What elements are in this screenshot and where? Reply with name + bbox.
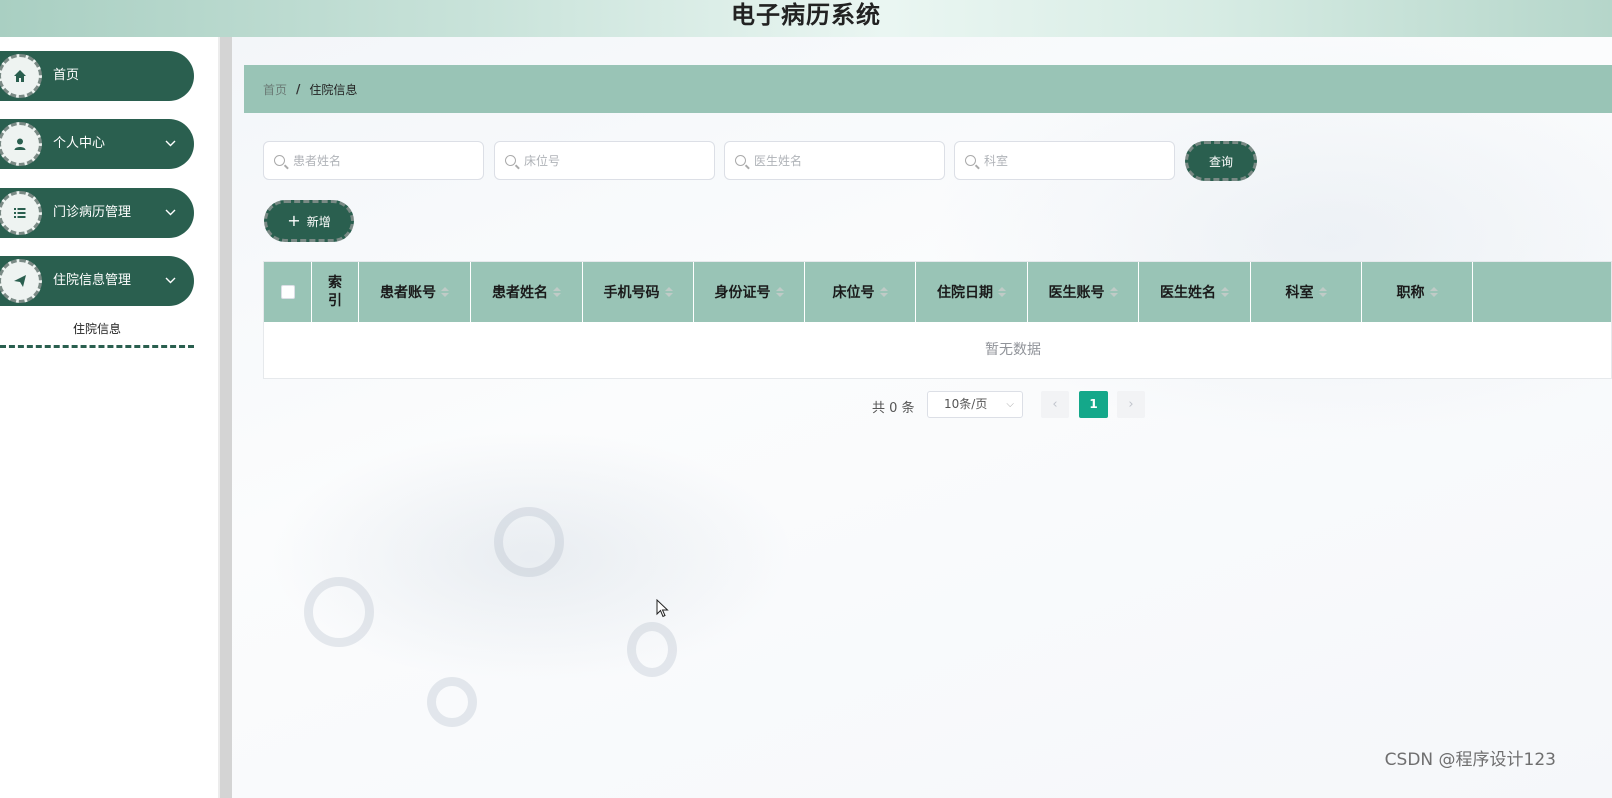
page-size-select[interactable]: 10条/页 ⌵: [927, 391, 1023, 418]
chevron-down-icon: ⌵: [1006, 399, 1014, 410]
query-button[interactable]: 查询: [1185, 141, 1257, 181]
patient-name-search[interactable]: [263, 141, 484, 180]
search-icon: [735, 155, 746, 166]
sort-icon: [441, 287, 449, 297]
sidebar-item-inpatient[interactable]: 住院信息管理: [0, 256, 194, 306]
breadcrumb-separator: /: [296, 82, 301, 96]
column-header-label: 医生姓名: [1160, 285, 1216, 301]
column-header-label: 患者账号: [380, 285, 436, 301]
sort-icon: [1221, 287, 1229, 297]
breadcrumb-current: 住院信息: [309, 82, 358, 97]
sort-icon: [775, 287, 784, 297]
sidebar-item-label: 住院信息管理: [53, 273, 132, 288]
search-icon: [965, 155, 976, 166]
column-header-admission-date[interactable]: 住院日期: [916, 262, 1028, 322]
column-header-department[interactable]: 科室: [1251, 262, 1362, 322]
breadcrumb-home[interactable]: 首页: [263, 81, 287, 98]
sidebar-item-label: 首页: [53, 68, 80, 83]
user-icon: [0, 122, 42, 166]
chevron-down-icon: [165, 256, 176, 306]
select-all-checkbox[interactable]: [280, 285, 295, 299]
select-all-cell: [264, 262, 312, 322]
background-decoration: [304, 577, 374, 647]
column-header-label: 医生账号: [1048, 285, 1105, 301]
department-search[interactable]: [954, 141, 1175, 180]
column-header-label: 身份证号: [714, 285, 771, 301]
prev-page-button[interactable]: ‹: [1041, 391, 1069, 418]
chevron-down-icon: [165, 119, 176, 169]
column-header-label: 患者姓名: [492, 285, 548, 301]
sidebar-item-home[interactable]: 首页: [0, 51, 194, 101]
bed-number-input[interactable]: [524, 153, 704, 168]
column-header-index: 索引: [312, 262, 359, 322]
search-icon: [505, 155, 516, 166]
patient-name-input[interactable]: [293, 153, 473, 168]
home-icon: [0, 54, 42, 98]
column-header-label: 床位号: [832, 285, 875, 301]
column-header-actions: [1473, 262, 1612, 322]
sidebar-item-label: 个人中心: [53, 136, 106, 151]
sort-icon: [664, 287, 673, 297]
next-page-button[interactable]: ›: [1117, 391, 1145, 418]
sort-icon: [553, 287, 561, 297]
app-header: 电子病历系统: [0, 0, 1612, 37]
table-header: 索引 患者账号 患者姓名 手机号码 身份证号 床位号 住院日期 医生账号 医生姓…: [264, 262, 1611, 322]
column-header-patient-account[interactable]: 患者账号: [359, 262, 471, 322]
column-header-bed-number[interactable]: 床位号: [805, 262, 916, 322]
send-icon: [0, 259, 42, 303]
column-header-patient-name[interactable]: 患者姓名: [471, 262, 583, 322]
mouse-cursor-icon: [656, 599, 669, 618]
sidebar: 首页 个人中心 门诊病历管理 住院信息管理 住院信息: [0, 37, 218, 798]
sidebar-item-label: 门诊病历管理: [53, 205, 132, 220]
doctor-name-search[interactable]: [724, 141, 945, 180]
list-icon: [0, 191, 42, 235]
sidebar-item-profile[interactable]: 个人中心: [0, 119, 194, 169]
page-size-value: 10条/页: [944, 397, 988, 411]
query-button-label: 查询: [1208, 154, 1233, 169]
sort-icon: [879, 287, 888, 297]
doctor-name-input[interactable]: [754, 153, 934, 168]
column-header-doctor-name[interactable]: 医生姓名: [1139, 262, 1251, 322]
column-header-label: 住院日期: [937, 285, 993, 301]
watermark: CSDN @程序设计123: [1384, 750, 1556, 770]
sort-icon: [1429, 287, 1438, 297]
pagination-total: 共 0 条: [872, 401, 915, 416]
plus-icon: +: [287, 211, 301, 230]
breadcrumb: 首页 / 住院信息: [244, 65, 1612, 113]
bed-number-search[interactable]: [494, 141, 715, 180]
column-header-title[interactable]: 职称: [1362, 262, 1473, 322]
sidebar-item-outpatient[interactable]: 门诊病历管理: [0, 188, 194, 238]
column-header-label: 手机号码: [603, 285, 660, 301]
chevron-down-icon: [165, 188, 176, 238]
column-header-doctor-account[interactable]: 医生账号: [1028, 262, 1139, 322]
column-header-id-number[interactable]: 身份证号: [694, 262, 805, 322]
table-empty-text: 暂无数据: [985, 342, 1041, 358]
background-decoration: [627, 622, 677, 677]
add-button[interactable]: + 新增: [264, 200, 354, 242]
main-content: 首页 / 住院信息 查询 + 新增 索引 患者账号: [232, 37, 1612, 798]
sort-icon: [998, 287, 1006, 297]
column-header-label: 职称: [1396, 285, 1425, 301]
app-title: 电子病历系统: [731, 1, 881, 29]
background-decoration: [494, 507, 564, 577]
department-input[interactable]: [984, 153, 1164, 168]
add-button-label: 新增: [306, 214, 331, 229]
column-header-phone[interactable]: 手机号码: [583, 262, 694, 322]
page-number-1[interactable]: 1: [1079, 391, 1108, 418]
search-icon: [274, 155, 285, 166]
background-decoration: [427, 677, 477, 727]
column-header-label: 科室: [1285, 285, 1314, 301]
sidebar-divider: [218, 37, 232, 798]
inpatient-table: 索引 患者账号 患者姓名 手机号码 身份证号 床位号 住院日期 医生账号 医生姓…: [263, 261, 1612, 379]
submenu-item-inpatient-info[interactable]: 住院信息: [0, 318, 194, 348]
sort-icon: [1109, 287, 1118, 297]
sort-icon: [1318, 287, 1327, 297]
